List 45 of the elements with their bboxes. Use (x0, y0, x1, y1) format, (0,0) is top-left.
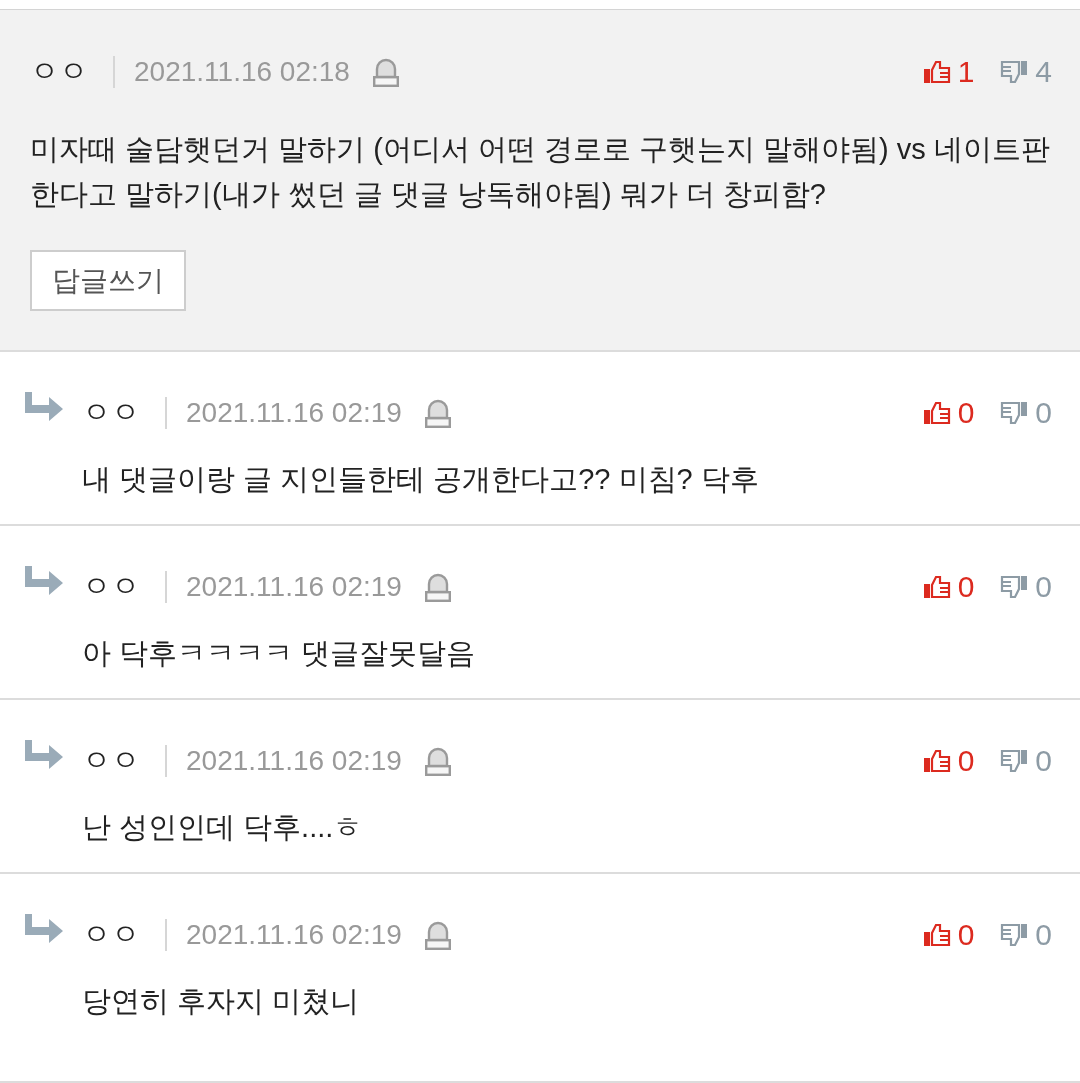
siren-icon[interactable] (423, 397, 452, 429)
thumbs-up-icon (922, 747, 951, 775)
comment-text: 당연히 후자지 미쳤니 (82, 984, 361, 1019)
thumbs-down-icon (1000, 399, 1029, 427)
like-button[interactable]: 1 (922, 55, 975, 89)
thumbs-up-icon (922, 921, 951, 949)
comment-text: 내 댓글이랑 글 지인들한테 공개한다고?? 미침? 닥후 (82, 462, 760, 497)
siren-icon[interactable] (371, 56, 400, 88)
dislike-button[interactable]: 4 (1000, 55, 1052, 89)
reply-arrow-icon (25, 740, 63, 770)
like-button[interactable]: 0 (922, 570, 975, 604)
thumbs-down-icon (1000, 573, 1029, 601)
thumbs-down-icon (1000, 58, 1029, 86)
thumbs-up-icon (922, 58, 951, 86)
author-name: ㅇㅇ (82, 743, 140, 778)
reply-arrow-icon (25, 566, 63, 596)
thumbs-up-icon (922, 399, 951, 427)
siren-icon[interactable] (423, 919, 452, 951)
comment-date: 2021.11.16 02:19 (186, 919, 402, 951)
author-name: ㅇㅇ (82, 395, 140, 430)
thumbs-down-icon (1000, 921, 1029, 949)
comment-date: 2021.11.16 02:19 (186, 571, 402, 603)
comment-text: 미자때 술담햇던거 말하기 (어디서 어떤 경로로 구햇는지 말해야됨) vs 네이트판 한다고 말하기(내가 썼던 글 댓글 낭독해야됨) 뭐가 더 창피함? (30, 132, 1051, 212)
author-name: ㅇㅇ (82, 569, 140, 604)
dislike-button[interactable]: 0 (1000, 570, 1052, 604)
reply-button[interactable]: 답글쓰기 (30, 250, 186, 311)
siren-icon[interactable] (423, 745, 452, 777)
like-button[interactable]: 0 (922, 396, 975, 430)
comment-date: 2021.11.16 02:19 (186, 397, 402, 429)
author-name: ㅇㅇ (82, 917, 140, 952)
dislike-button[interactable]: 0 (1000, 396, 1052, 430)
thumbs-up-icon (922, 573, 951, 601)
comment-date: 2021.11.16 02:19 (186, 745, 402, 777)
comment-text: 아 닥후ㅋㅋㅋㅋ 댓글잘못달음 (82, 636, 477, 671)
like-button[interactable]: 0 (922, 744, 975, 778)
comment-date: 2021.11.16 02:18 (134, 56, 350, 88)
dislike-button[interactable]: 0 (1000, 744, 1052, 778)
reply-arrow-icon (25, 392, 63, 422)
dislike-button[interactable]: 0 (1000, 918, 1052, 952)
author-name: ㅇㅇ (30, 54, 88, 89)
comment-text: 난 성인인데 닥후....ㅎ (82, 810, 364, 845)
siren-icon[interactable] (423, 571, 452, 603)
reply-arrow-icon (25, 914, 63, 944)
like-button[interactable]: 0 (922, 918, 975, 952)
thumbs-down-icon (1000, 747, 1029, 775)
